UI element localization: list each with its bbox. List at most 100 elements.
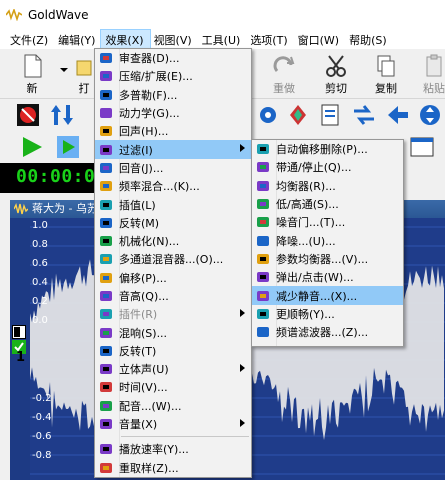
- menu-help[interactable]: 帮助(S): [345, 30, 393, 50]
- effects-menu-item-label: 审查器(D)...: [119, 52, 180, 66]
- menu-view[interactable]: 视图(V): [150, 30, 198, 50]
- menu-file[interactable]: 文件(Z): [6, 30, 54, 50]
- wave-window-title: 蒋大为 - 乌苏: [32, 202, 98, 215]
- window-layout-icon[interactable]: [410, 135, 434, 159]
- lowhigh-icon: [256, 197, 270, 211]
- filter-submenu-item[interactable]: 噪音门...(T)...: [252, 213, 403, 231]
- equalizer-icon: [256, 179, 270, 193]
- filter-submenu-item[interactable]: 减少静音...(X)...: [252, 286, 403, 305]
- volume-icon: [99, 417, 113, 431]
- effects-menu-item[interactable]: 反转(T): [95, 342, 251, 360]
- effects-menu-item-label: 反转(T): [119, 344, 157, 358]
- mixer-icon: [99, 252, 113, 266]
- filter-submenu-item[interactable]: 低/高通(S)...: [252, 195, 403, 213]
- play-selection-icon[interactable]: [56, 135, 80, 159]
- effects-menu-item[interactable]: 审查器(D)...: [95, 49, 251, 67]
- paste-icon: [426, 54, 442, 77]
- effects-menu-item[interactable]: 立体声(U): [95, 360, 251, 378]
- paste-button-label: 粘贴: [423, 82, 445, 95]
- redo-button[interactable]: 重做: [262, 51, 306, 97]
- effects-menu-item[interactable]: 回音(J)...: [95, 159, 251, 177]
- arrow-left-icon[interactable]: [386, 103, 410, 127]
- effects-menu-item[interactable]: 机械化(N)...: [95, 232, 251, 250]
- effects-menu-item[interactable]: 播放速率(Y)...: [95, 440, 251, 458]
- effects-menu-item[interactable]: 音量(X): [95, 415, 251, 433]
- scissors-icon: [326, 55, 346, 77]
- reduce-silence-icon: [256, 289, 270, 303]
- filter-submenu-item-label: 更顺畅(Y)...: [276, 307, 335, 321]
- filter-submenu-item[interactable]: 弹出/点击(W)...: [252, 268, 403, 286]
- effects-menu-item[interactable]: 重取样(Z)...: [95, 459, 251, 477]
- color-spin-icon[interactable]: [286, 103, 310, 127]
- new-button[interactable]: 新: [10, 51, 54, 97]
- effects-menu-item[interactable]: 偏移(P)...: [95, 269, 251, 287]
- document-effect-icon[interactable]: [318, 103, 342, 127]
- channel-select-icon[interactable]: [12, 325, 26, 339]
- effects-menu-item-label: 多普勒(F)...: [119, 88, 178, 102]
- effects-menu-item[interactable]: 动力学(G)...: [95, 104, 251, 122]
- effects-menu-item[interactable]: 反转(M): [95, 214, 251, 232]
- copy-icon: [377, 55, 395, 77]
- menu-options[interactable]: 选项(T): [246, 30, 293, 50]
- time-icon: [99, 380, 113, 394]
- open-button-label: 打: [78, 82, 90, 95]
- new-file-icon: [24, 54, 42, 78]
- filter-submenu-item-label: 噪音门...(T)...: [276, 216, 346, 230]
- copy-button[interactable]: 复制: [364, 51, 408, 97]
- effects-menu-item[interactable]: 压缩/扩展(E)...: [95, 67, 251, 85]
- y-tick: 0.0: [32, 315, 48, 326]
- open-button[interactable]: 打: [74, 51, 94, 97]
- effects-menu-item[interactable]: 时间(V)...: [95, 378, 251, 396]
- title-bar: GoldWave: [0, 0, 445, 30]
- gear-effect-icon[interactable]: [256, 103, 280, 127]
- effects-menu-item[interactable]: 多通道混音器...(O)...: [95, 250, 251, 268]
- effects-menu-item-label: 时间(V)...: [119, 381, 168, 395]
- effects-menu-item-label: 机械化(N)...: [119, 235, 180, 249]
- menu-edit[interactable]: 编辑(Y): [54, 30, 101, 50]
- effects-menu-item-label: 插件(R): [119, 308, 158, 322]
- filter-submenu-item[interactable]: 频谱滤波器...(Z)...: [252, 323, 403, 341]
- filter-submenu-item[interactable]: 均衡器(R)...: [252, 177, 403, 195]
- redo-button-label: 重做: [273, 82, 295, 95]
- redo-icon: [273, 56, 295, 72]
- y-tick: -0.2: [32, 393, 52, 404]
- filter-submenu-item[interactable]: 带通/停止(Q)...: [252, 158, 403, 176]
- y-tick: 0.8: [32, 239, 48, 250]
- effects-menu-item-label: 压缩/扩展(E)...: [119, 70, 193, 84]
- filter-submenu-item[interactable]: 降噪...(U)...: [252, 231, 403, 249]
- menu-window[interactable]: 窗口(W): [294, 30, 345, 50]
- playback-rate-icon: [99, 442, 113, 456]
- effects-menu-item[interactable]: 插值(L): [95, 195, 251, 213]
- filter-submenu-item[interactable]: 自动偏移删除(P)...: [252, 140, 403, 158]
- menu-effects[interactable]: 效果(X): [100, 28, 151, 51]
- effects-menu-item[interactable]: 回声(H)...: [95, 122, 251, 140]
- menu-tools[interactable]: 工具(U): [198, 30, 247, 50]
- effects-menu-item[interactable]: 音高(Q)...: [95, 287, 251, 305]
- cut-button[interactable]: 剪切: [314, 51, 358, 97]
- effects-menu-item[interactable]: 多普勒(F)...: [95, 86, 251, 104]
- new-dropdown-button[interactable]: [54, 51, 74, 97]
- noise-reduction-icon: [256, 234, 270, 248]
- y-tick: 0.4: [32, 277, 48, 288]
- play-icon[interactable]: [20, 135, 44, 159]
- filter-submenu-item-label: 带通/停止(Q)...: [276, 161, 352, 175]
- effects-menu-item[interactable]: 混响(S)...: [95, 323, 251, 341]
- paste-button[interactable]: 粘贴: [412, 51, 445, 97]
- filter-submenu-item-label: 减少静音...(X)...: [276, 289, 358, 303]
- echo-icon: [99, 124, 113, 138]
- interpolate-icon: [99, 198, 113, 212]
- effects-menu: 审查器(D)... 压缩/扩展(E)... 多普勒(F)... 动力学(G)... 回声…: [94, 48, 252, 478]
- stop-record-icon[interactable]: [16, 103, 40, 127]
- submenu-arrow-icon: [240, 309, 245, 318]
- resample-icon: [99, 461, 113, 475]
- plugin-icon: [99, 307, 113, 321]
- filter-submenu-item[interactable]: 更顺畅(Y)...: [252, 305, 403, 323]
- swap-arrows-icon[interactable]: [352, 103, 376, 127]
- move-arrows-icon[interactable]: [418, 103, 442, 127]
- effects-menu-item[interactable]: 配音...(W)...: [95, 397, 251, 415]
- up-down-arrows-icon[interactable]: [50, 103, 74, 127]
- filter-submenu-item[interactable]: 参数均衡器...(V)...: [252, 250, 403, 268]
- effects-menu-item[interactable]: 频率混合...(K)...: [95, 177, 251, 195]
- smoother-icon: [256, 307, 270, 321]
- effects-menu-item[interactable]: 过滤(I): [95, 140, 251, 159]
